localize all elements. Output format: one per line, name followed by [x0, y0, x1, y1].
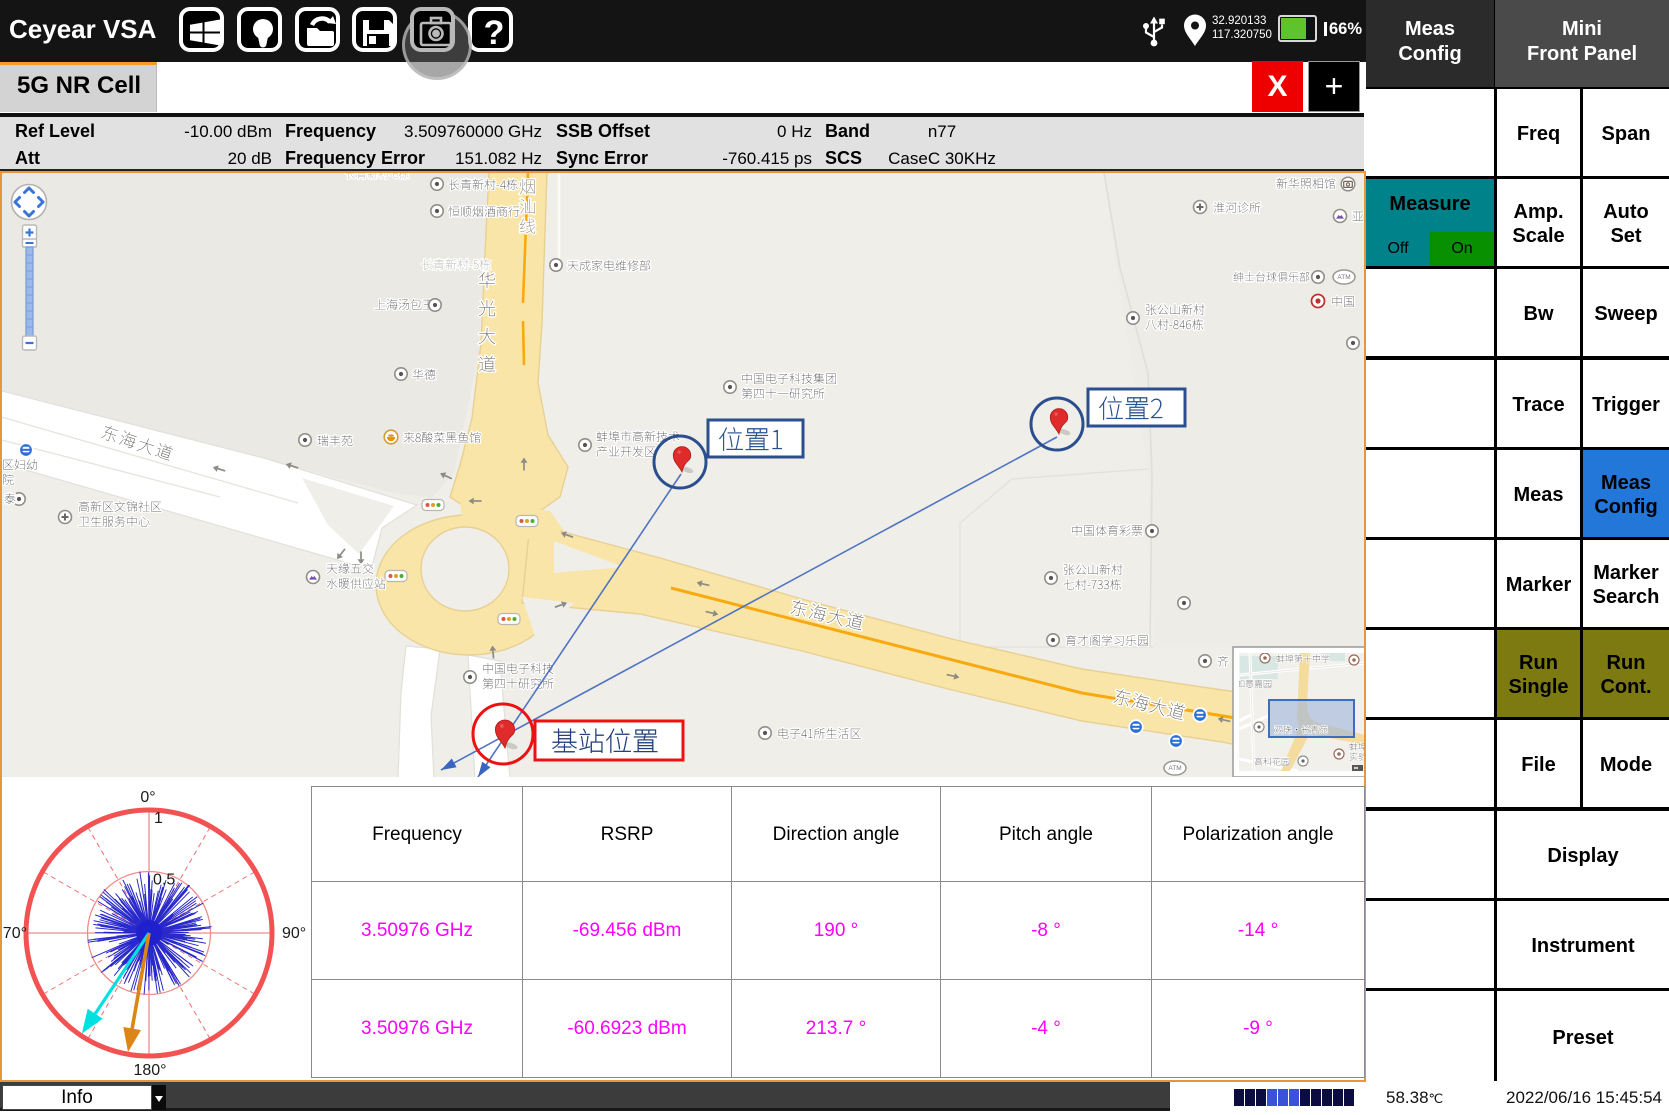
svg-text:270°: 270°	[2, 925, 27, 942]
svg-text:0.5: 0.5	[153, 872, 175, 889]
svg-text:?: ?	[484, 14, 505, 52]
svg-text:0°: 0°	[140, 789, 155, 806]
svg-text:180°: 180°	[133, 1062, 166, 1079]
svg-text:ATM: ATM	[1337, 274, 1350, 281]
svg-text:90°: 90°	[282, 925, 306, 942]
svg-text:ATM: ATM	[1168, 765, 1181, 772]
svg-text:1: 1	[154, 810, 163, 827]
